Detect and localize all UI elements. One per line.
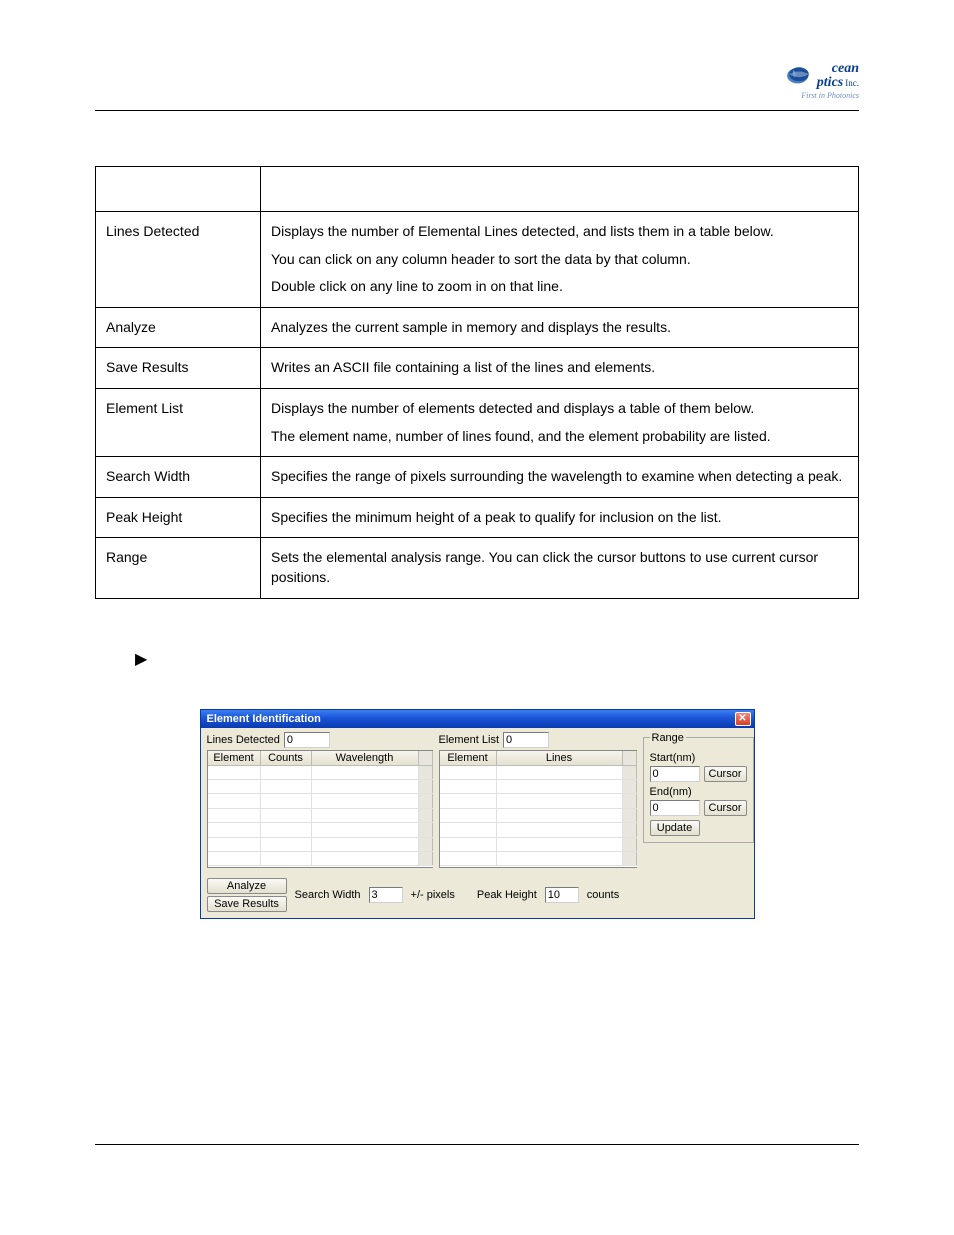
table-row: [208, 823, 433, 837]
range-start-label: Start(nm): [650, 752, 747, 764]
table-row: [440, 766, 637, 780]
procedure-marker: ▶: [135, 649, 859, 669]
table-row: [440, 794, 637, 808]
table-row: Save ResultsWrites an ASCII file contain…: [96, 348, 859, 389]
desc-cell: Displays the number of elements detected…: [261, 388, 859, 456]
search-width-unit: +/- pixels: [411, 889, 455, 901]
range-end-cursor-button[interactable]: Cursor: [704, 800, 747, 816]
range-fieldset: Range Start(nm) 0 Cursor End(nm) 0 Curso…: [643, 732, 754, 843]
range-end-label: End(nm): [650, 786, 747, 798]
dialog-title: Element Identification: [207, 713, 321, 725]
term-cell: Lines Detected: [96, 212, 261, 308]
desc-cell: Writes an ASCII file containing a list o…: [261, 348, 859, 389]
logo-tagline: First in Photonics: [785, 92, 859, 100]
save-results-button[interactable]: Save Results: [207, 896, 287, 912]
table-row: [208, 780, 433, 794]
desc-cell: Specifies the minimum height of a peak t…: [261, 497, 859, 538]
lines-col-counts[interactable]: Counts: [261, 751, 312, 765]
dialog-titlebar[interactable]: Element Identification ✕: [201, 710, 754, 728]
close-icon[interactable]: ✕: [735, 712, 751, 726]
search-width-input[interactable]: 3: [369, 887, 403, 903]
range-start-input[interactable]: 0: [650, 766, 700, 782]
range-end-input[interactable]: 0: [650, 800, 700, 816]
logo-text-2: ptics: [817, 75, 843, 90]
table-header-blank-2: [261, 167, 859, 212]
lines-col-wavelength[interactable]: Wavelength: [312, 751, 419, 765]
range-update-button[interactable]: Update: [650, 820, 700, 836]
table-row: [208, 794, 433, 808]
range-legend: Range: [650, 732, 686, 744]
table-row: [440, 809, 637, 823]
table-row: [440, 852, 637, 866]
analyze-button[interactable]: Analyze: [207, 878, 287, 894]
table-row: Peak HeightSpecifies the minimum height …: [96, 497, 859, 538]
table-row: Lines DetectedDisplays the number of Ele…: [96, 212, 859, 308]
el-col-lines[interactable]: Lines: [497, 751, 623, 765]
footer-divider: [95, 1144, 859, 1145]
element-list-value: 0: [503, 732, 549, 748]
table-row: [208, 852, 433, 866]
brand-logo: cean pticsInc. First in Photonics: [785, 60, 859, 100]
table-row: [208, 766, 433, 780]
definitions-table: Lines DetectedDisplays the number of Ele…: [95, 166, 859, 599]
range-start-cursor-button[interactable]: Cursor: [704, 766, 747, 782]
peak-height-label: Peak Height: [477, 889, 537, 901]
table-row: Element ListDisplays the number of eleme…: [96, 388, 859, 456]
lines-col-element[interactable]: Element: [208, 751, 261, 765]
search-width-label: Search Width: [295, 889, 361, 901]
lines-detected-label: Lines Detected: [207, 734, 280, 746]
globe-icon: [785, 64, 813, 86]
header-divider: [95, 110, 859, 111]
lines-detected-value: 0: [284, 732, 330, 748]
table-row: Search WidthSpecifies the range of pixel…: [96, 457, 859, 498]
desc-cell: Sets the elemental analysis range. You c…: [261, 538, 859, 598]
element-scrollbar[interactable]: [623, 751, 637, 765]
table-row: [208, 809, 433, 823]
peak-height-input[interactable]: 10: [545, 887, 579, 903]
element-table[interactable]: Element Lines: [439, 750, 637, 868]
table-row: [440, 838, 637, 852]
desc-cell: Analyzes the current sample in memory an…: [261, 307, 859, 348]
term-cell: Element List: [96, 388, 261, 456]
desc-cell: Displays the number of Elemental Lines d…: [261, 212, 859, 308]
table-row: RangeSets the elemental analysis range. …: [96, 538, 859, 598]
table-row: AnalyzeAnalyzes the current sample in me…: [96, 307, 859, 348]
table-row: [208, 838, 433, 852]
term-cell: Search Width: [96, 457, 261, 498]
term-cell: Save Results: [96, 348, 261, 389]
table-header-blank-1: [96, 167, 261, 212]
element-list-label: Element List: [439, 734, 500, 746]
desc-cell: Specifies the range of pixels surroundin…: [261, 457, 859, 498]
peak-height-unit: counts: [587, 889, 619, 901]
el-col-element[interactable]: Element: [440, 751, 497, 765]
logo-suffix: Inc.: [845, 78, 859, 88]
table-row: [440, 780, 637, 794]
term-cell: Peak Height: [96, 497, 261, 538]
term-cell: Analyze: [96, 307, 261, 348]
lines-table[interactable]: Element Counts Wavelength: [207, 750, 433, 868]
element-identification-dialog: Element Identification ✕ Lines Detected …: [200, 709, 755, 919]
term-cell: Range: [96, 538, 261, 598]
lines-scrollbar[interactable]: [419, 751, 433, 765]
table-row: [440, 823, 637, 837]
